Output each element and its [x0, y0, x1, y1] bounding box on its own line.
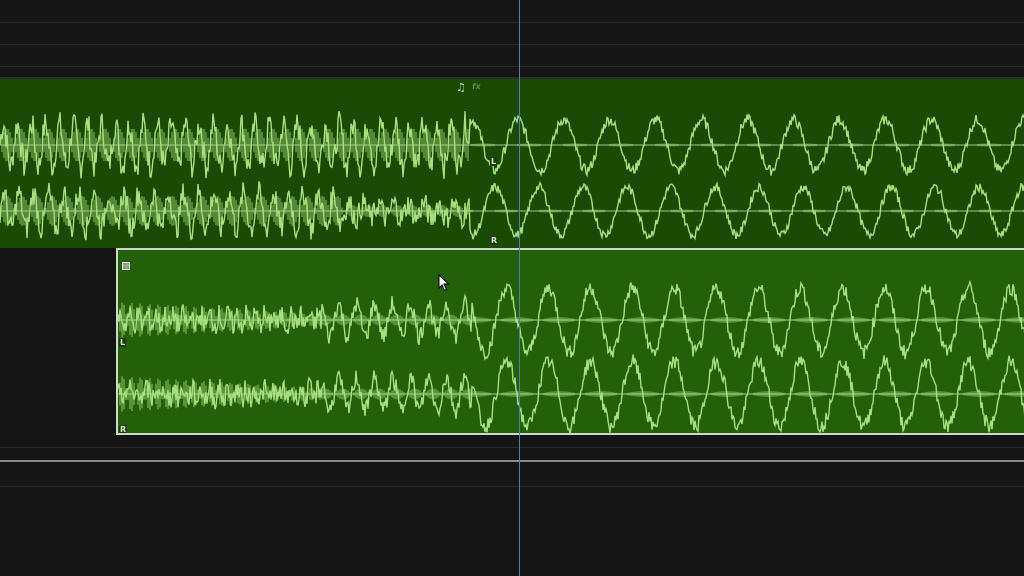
playhead[interactable]	[519, 0, 520, 576]
audio-clip-lower-selected[interactable]: L R	[116, 248, 1024, 435]
track-divider	[0, 66, 1024, 67]
music-note-icon: ♫	[456, 81, 466, 94]
audio-clip-upper[interactable]: ♫ fx L R	[0, 77, 1024, 248]
track-divider	[0, 447, 1024, 448]
fx-icon[interactable]: fx	[472, 82, 481, 92]
waveform-lower	[118, 279, 1024, 433]
channel-left-label: L	[119, 338, 127, 347]
track-divider	[0, 44, 1024, 45]
channel-left-label: L	[490, 157, 498, 166]
track-separator	[0, 460, 1024, 462]
track-divider	[0, 22, 1024, 23]
mouse-pointer-icon	[438, 274, 450, 292]
channel-right-label: R	[119, 425, 128, 434]
track-divider	[0, 486, 1024, 487]
keyframe-box-icon[interactable]	[122, 262, 130, 270]
waveform-upper	[0, 111, 1024, 241]
channel-right-label: R	[490, 236, 499, 245]
